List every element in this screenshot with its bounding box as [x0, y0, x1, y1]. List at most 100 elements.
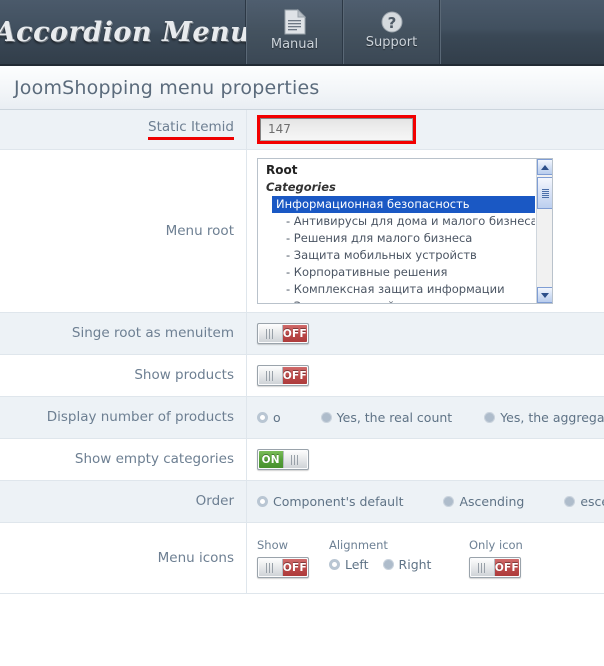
control-menu-root: Root Categories Информационная безопасно… [247, 150, 604, 312]
nav-button-manual-label: Manual [270, 37, 319, 52]
list-item[interactable]: - Защита паролей [264, 298, 535, 303]
radio-label: Yes, the aggregated count [500, 410, 604, 425]
radio-label: Component's default [273, 494, 404, 509]
list-item[interactable]: Root [264, 162, 535, 179]
radio-group-order: Component's default Ascending escending [257, 494, 604, 509]
nav-button-support-label: Support [365, 35, 418, 50]
label-menu-root-text: Menu root [165, 222, 234, 239]
radio-display-number-0[interactable]: o [257, 410, 281, 425]
nav-button-manual[interactable]: Manual [246, 0, 343, 64]
label-singe-root: Singe root as menuitem [0, 313, 247, 354]
label-display-number: Display number of products [0, 397, 247, 438]
toggle-state-label: OFF [282, 325, 307, 342]
label-order: Order [0, 481, 247, 522]
toggle-state-label: ON [259, 451, 283, 468]
toggle-state-label: OFF [494, 559, 519, 576]
app-logo: Accordion Menu [0, 0, 250, 64]
menu-icons-group: Show OFF Alignment Left Right Only icon … [257, 538, 604, 578]
control-display-number: o Yes, the real count Yes, the aggregate… [247, 397, 604, 438]
row-display-number-of-products: Display number of products o Yes, the re… [0, 397, 604, 439]
toggle-show-empty-categories[interactable]: ON [257, 449, 309, 470]
list-item[interactable]: - Решения для малого бизнеса [264, 230, 535, 247]
app-toolbar: Accordion Menu Manual ? Support [0, 0, 604, 66]
radio-display-number-1[interactable]: Yes, the real count [320, 410, 453, 425]
row-singe-root: Singe root as menuitem OFF [0, 313, 604, 355]
toggle-menu-icons-only-icon[interactable]: OFF [469, 557, 521, 578]
menu-root-listbox[interactable]: Root Categories Информационная безопасно… [257, 158, 553, 304]
row-order: Order Component's default Ascending esce… [0, 481, 604, 523]
scrollbar-thumb[interactable] [537, 177, 552, 209]
list-item[interactable]: - Комплексная защита информации [264, 281, 535, 298]
grip-icon [266, 562, 275, 573]
radio-dot-icon [257, 496, 268, 507]
menu-icons-show-title: Show [257, 538, 289, 552]
grip-icon [266, 328, 275, 339]
list-item[interactable]: - Защита мобильных устройств [264, 247, 535, 264]
list-item[interactable]: Categories [264, 179, 535, 196]
radio-dot-icon [564, 496, 576, 507]
menu-root-list: Root Categories Информационная безопасно… [258, 159, 535, 303]
control-static-itemid [247, 110, 604, 149]
menu-icons-only-icon-group: Only icon OFF [469, 538, 523, 578]
radio-dot-icon [320, 412, 332, 423]
label-static-itemid: Static Itemid [0, 110, 247, 149]
radio-alignment-left[interactable]: Left [329, 557, 369, 572]
radio-group-display-number: o Yes, the real count Yes, the aggregate… [257, 410, 604, 425]
label-menu-icons: Menu icons [0, 523, 247, 593]
radio-group-alignment: Left Right [329, 557, 469, 572]
page-title: JoomShopping menu properties [14, 76, 320, 99]
static-itemid-input[interactable] [260, 118, 413, 141]
label-show-empty: Show empty categories [0, 439, 247, 480]
nav-button-support[interactable]: ? Support [343, 0, 440, 64]
toggle-singe-root[interactable]: OFF [257, 323, 309, 344]
toggle-handle [259, 367, 283, 384]
label-menu-icons-text: Menu icons [157, 549, 234, 566]
toggle-handle [259, 559, 283, 576]
label-singe-root-text: Singe root as menuitem [71, 325, 234, 342]
row-static-itemid: Static Itemid [0, 110, 604, 150]
row-menu-root: Menu root Root Categories Информационная… [0, 150, 604, 313]
list-item-selected[interactable]: Информационная безопасность [272, 196, 535, 213]
document-icon [284, 8, 306, 35]
row-menu-icons: Menu icons Show OFF Alignment Left Right… [0, 523, 604, 594]
radio-label: o [273, 410, 281, 425]
grip-icon [291, 454, 300, 465]
radio-alignment-right[interactable]: Right [382, 557, 432, 572]
toggle-menu-icons-show[interactable]: OFF [257, 557, 309, 578]
menu-icons-alignment-title: Alignment [329, 538, 388, 552]
radio-order-0[interactable]: Component's default [257, 494, 403, 509]
list-item[interactable]: - Корпоративные решения [264, 264, 535, 281]
listbox-scrollbar[interactable] [536, 159, 552, 303]
toggle-handle [259, 325, 283, 342]
toggle-state-label: OFF [282, 367, 307, 384]
toggle-handle [471, 559, 495, 576]
radio-dot-icon [329, 559, 340, 570]
scroll-up-button[interactable] [537, 159, 552, 175]
page-header: JoomShopping menu properties [0, 66, 604, 110]
control-order: Component's default Ascending escending [247, 481, 604, 522]
radio-label: Right [398, 557, 432, 572]
radio-dot-icon [257, 412, 268, 423]
control-show-empty: ON [247, 439, 604, 480]
svg-text:?: ? [387, 14, 396, 32]
control-show-products: OFF [247, 355, 604, 396]
toolbar-filler [440, 0, 604, 64]
radio-label: Yes, the real count [336, 410, 453, 425]
app-title: Accordion Menu [0, 16, 251, 48]
list-item[interactable]: - Антивирусы для дома и малого бизнеса [264, 213, 535, 230]
radio-order-2[interactable]: escending [564, 494, 604, 509]
label-static-itemid-text: Static Itemid [148, 119, 234, 141]
radio-dot-icon [484, 412, 496, 423]
toggle-show-products[interactable]: OFF [257, 365, 309, 386]
row-show-products: Show products OFF [0, 355, 604, 397]
properties-form: Static Itemid Menu root Root Categories … [0, 110, 604, 594]
chevron-up-icon [541, 164, 549, 170]
menu-icons-only-icon-title: Only icon [469, 538, 523, 552]
control-singe-root: OFF [247, 313, 604, 354]
grip-icon [541, 188, 549, 198]
menu-icons-show-group: Show OFF [257, 538, 329, 578]
radio-display-number-2[interactable]: Yes, the aggregated count [484, 410, 604, 425]
label-menu-root: Menu root [0, 150, 247, 312]
scroll-down-button[interactable] [537, 287, 552, 303]
radio-order-1[interactable]: Ascending [443, 494, 524, 509]
